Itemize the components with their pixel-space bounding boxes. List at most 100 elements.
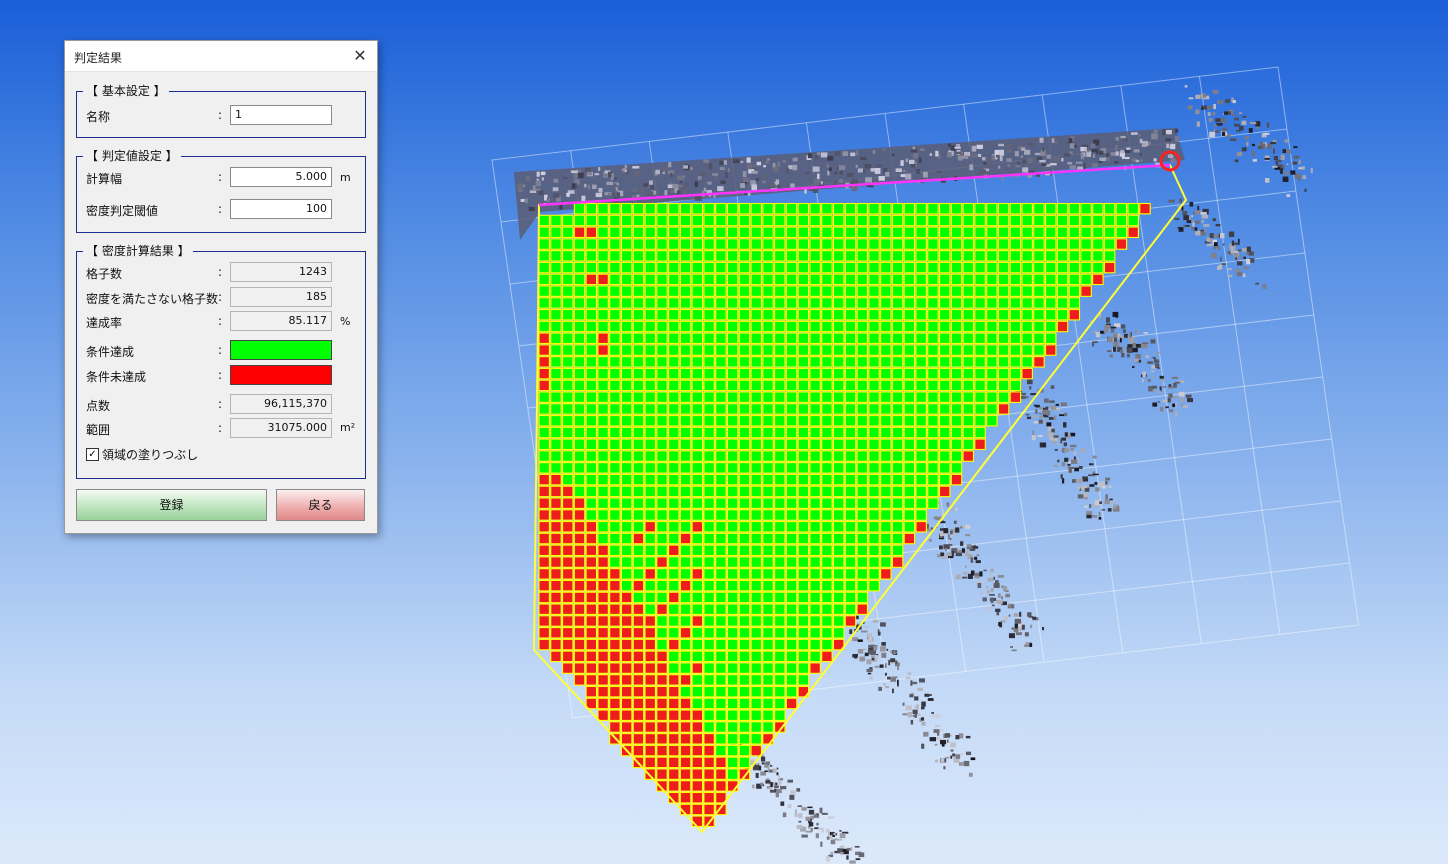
ng-cell: [679, 744, 692, 757]
ok-cell: [703, 379, 715, 392]
ok-cell: [597, 297, 609, 309]
ok-cell: [1044, 308, 1057, 321]
ng-cell: [585, 650, 598, 663]
ok-cell: [856, 591, 869, 604]
ok-cell: [938, 226, 951, 239]
ok-cell: [832, 568, 845, 580]
point-cloud-speck: [1172, 396, 1179, 399]
ok-cell: [774, 356, 786, 368]
point-cloud-speck: [788, 165, 793, 170]
ok-cell: [573, 462, 586, 474]
point-cloud-speck: [1200, 212, 1207, 215]
point-cloud-speck: [1275, 159, 1282, 163]
ok-cell: [1033, 214, 1045, 227]
back-button[interactable]: 戻る: [276, 489, 365, 521]
density-threshold-field[interactable]: 100: [230, 199, 332, 219]
ok-cell: [750, 650, 762, 663]
point-cloud-speck: [958, 733, 964, 739]
ok-cell: [715, 485, 727, 498]
ng-cell: [597, 603, 609, 615]
ok-cell: [1044, 332, 1057, 345]
point-cloud-speck: [566, 192, 570, 197]
point-cloud-speck: [776, 767, 779, 770]
ok-cell: [1056, 297, 1069, 309]
ok-cell: [715, 674, 727, 686]
ok-cell: [832, 414, 845, 427]
ok-cell: [1056, 214, 1069, 227]
condition-met-color-swatch[interactable]: [230, 340, 332, 360]
ok-cell: [785, 273, 798, 286]
point-cloud-speck: [914, 713, 917, 718]
point-cloud-speck: [1063, 422, 1067, 428]
ok-cell: [821, 332, 833, 345]
density-results-title: 【 密度計算結果 】: [83, 244, 193, 258]
ok-cell: [632, 485, 645, 498]
ok-cell: [903, 497, 916, 509]
point-cloud-speck: [918, 157, 922, 163]
point-cloud-speck: [950, 742, 956, 748]
calc-width-field[interactable]: 5.000: [230, 167, 332, 187]
point-cloud-speck: [760, 782, 764, 786]
point-cloud-speck: [1091, 163, 1098, 168]
ok-cell: [774, 473, 786, 486]
point-cloud-speck: [616, 192, 621, 197]
ok-cell: [632, 250, 645, 262]
ok-cell: [609, 297, 621, 309]
register-button[interactable]: 登録: [76, 489, 267, 521]
point-cloud-speck: [983, 569, 987, 572]
point-cloud-speck: [1162, 386, 1167, 388]
ok-cell: [656, 285, 668, 297]
condition-unmet-color-swatch[interactable]: [230, 365, 332, 385]
point-cloud-speck: [1270, 142, 1277, 145]
point-cloud-speck: [1070, 448, 1075, 451]
ok-cell: [891, 238, 904, 250]
ok-cell: [927, 403, 939, 415]
ok-cell: [880, 356, 892, 368]
point-cloud-speck: [798, 820, 802, 823]
point-cloud-speck: [998, 143, 1005, 147]
ok-cell: [632, 403, 645, 415]
fill-area-checkbox[interactable]: ✓: [86, 448, 99, 461]
point-cloud-speck: [957, 155, 963, 161]
point-cloud-speck: [1025, 413, 1030, 416]
dialog-titlebar[interactable]: 判定結果 ✕: [65, 41, 377, 72]
ok-cell: [1021, 261, 1033, 274]
ok-cell: [762, 638, 774, 651]
ok-cell: [750, 261, 762, 274]
ok-cell: [762, 674, 774, 686]
ok-cell: [1033, 261, 1045, 274]
point-cloud-speck: [1165, 129, 1172, 135]
ng-cell: [550, 650, 562, 663]
point-cloud-speck: [839, 830, 842, 832]
ok-cell: [1056, 226, 1069, 239]
point-cloud-speck: [758, 765, 762, 771]
ok-cell: [726, 733, 739, 745]
ok-cell: [562, 391, 574, 403]
ok-cell: [597, 497, 609, 509]
ok-cell: [950, 462, 963, 474]
ok-cell: [797, 391, 810, 403]
ok-cell: [691, 320, 704, 333]
ok-cell: [832, 238, 845, 250]
point-cloud-speck: [1036, 156, 1043, 160]
ok-cell: [750, 356, 762, 368]
ok-cell: [1033, 285, 1045, 297]
ok-cell: [585, 250, 598, 262]
name-field[interactable]: 1: [230, 105, 332, 125]
ng-cell: [679, 780, 692, 792]
ok-cell: [620, 273, 633, 286]
point-cloud-speck: [570, 170, 578, 174]
ng-cell: [644, 627, 656, 639]
point-cloud-speck: [1070, 459, 1078, 464]
ok-cell: [809, 344, 821, 356]
point-cloud-speck: [1157, 367, 1160, 369]
point-cloud-speck: [1152, 356, 1156, 359]
ok-cell: [774, 650, 786, 663]
ok-cell: [550, 379, 562, 392]
ok-cell: [738, 356, 751, 368]
ok-cell: [656, 485, 668, 498]
ok-cell: [856, 308, 869, 321]
ng-cell: [573, 650, 586, 663]
ok-cell: [785, 603, 798, 615]
close-icon[interactable]: ✕: [343, 41, 377, 71]
